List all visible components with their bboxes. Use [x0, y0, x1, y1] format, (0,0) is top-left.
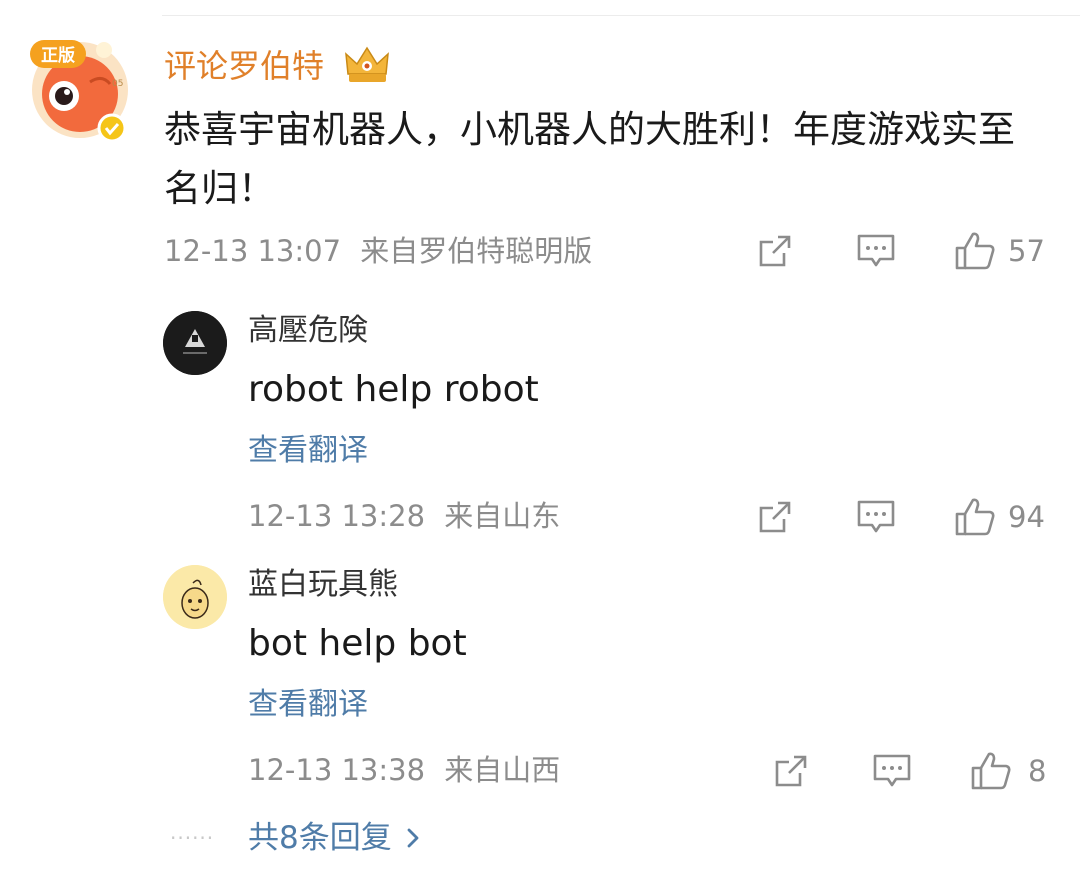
- like-button[interactable]: 94: [954, 496, 1045, 538]
- thumbs-up-icon: [955, 232, 995, 270]
- like-button[interactable]: 8: [970, 750, 1046, 792]
- reply-text: bot help bot: [248, 623, 467, 664]
- more-replies-link[interactable]: 共8条回复: [248, 818, 422, 858]
- main-comment-meta: 12-13 13:07 来自罗伯特聪明版: [164, 233, 592, 269]
- comment-icon: [857, 500, 895, 533]
- verified-badge-icon: [97, 113, 127, 143]
- thumbs-up-icon: [955, 498, 995, 536]
- share-icon: [759, 501, 791, 533]
- main-comment-time: 12-13 13:07: [164, 234, 342, 268]
- reply-avatar[interactable]: [163, 311, 227, 375]
- main-commenter-avatar[interactable]: 正版 05: [24, 30, 136, 143]
- main-commenter-name[interactable]: 评论罗伯特: [164, 46, 324, 86]
- like-count: 8: [1028, 754, 1047, 788]
- share-button[interactable]: [772, 752, 810, 790]
- reply-time: 12-13 13:28: [248, 499, 426, 533]
- comment-button[interactable]: [872, 752, 912, 790]
- divider: [162, 15, 1080, 16]
- main-comment-source: 来自罗伯特聪明版: [360, 234, 593, 268]
- like-count: 94: [1008, 500, 1045, 534]
- reply-username[interactable]: 蓝白玩具熊: [248, 566, 398, 604]
- comment-button[interactable]: [856, 498, 896, 536]
- comment-thread: 正版 05 评论罗伯特 恭喜宇宙机器人，小机器人的大胜利！年度游戏实至名归！ 1…: [0, 0, 1080, 879]
- reply-text: robot help robot: [248, 369, 539, 410]
- reply-source: 来自山西: [444, 753, 561, 787]
- main-comment-text: 恭喜宇宙机器人，小机器人的大胜利！年度游戏实至名归！: [164, 108, 1015, 210]
- chevron-right-icon: [407, 828, 419, 848]
- more-replies-label: 共8条回复: [248, 820, 392, 856]
- like-button[interactable]: 57: [954, 230, 1045, 272]
- avatar-badge-text: 正版: [41, 45, 75, 66]
- share-icon: [775, 755, 807, 787]
- crown-icon: [342, 44, 392, 86]
- reply-meta: 12-13 13:38 来自山西: [248, 752, 560, 788]
- share-icon: [759, 235, 791, 267]
- reply-username[interactable]: 高壓危険: [248, 312, 368, 350]
- like-count: 57: [1008, 234, 1045, 268]
- reply-meta: 12-13 13:28 来自山东: [248, 498, 560, 534]
- avatar-number: 05: [112, 79, 123, 89]
- thumbs-up-icon: [971, 752, 1011, 790]
- reply-source: 来自山东: [444, 499, 561, 533]
- share-button[interactable]: [756, 232, 794, 270]
- share-button[interactable]: [756, 498, 794, 536]
- translate-link[interactable]: 查看翻译: [248, 686, 368, 724]
- comment-icon: [873, 754, 911, 787]
- reply-avatar[interactable]: [163, 565, 227, 629]
- comment-icon: [857, 234, 895, 267]
- more-replies-dots: ······: [170, 826, 215, 850]
- comment-button[interactable]: [856, 232, 896, 270]
- reply-time: 12-13 13:38: [248, 753, 426, 787]
- translate-link[interactable]: 查看翻译: [248, 432, 368, 470]
